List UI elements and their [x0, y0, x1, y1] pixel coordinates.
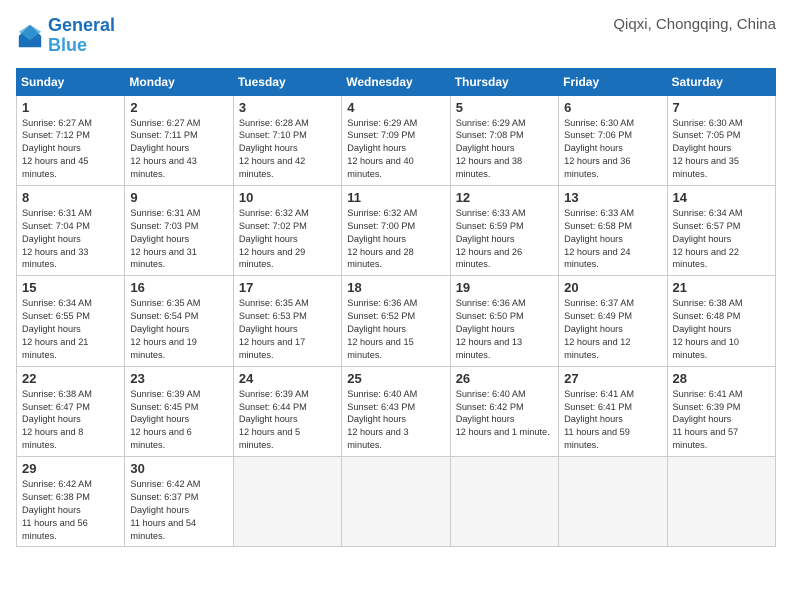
- logo: General Blue: [16, 16, 115, 56]
- table-row: 26Sunrise: 6:40 AMSunset: 6:42 PMDayligh…: [450, 366, 558, 456]
- table-row: 23Sunrise: 6:39 AMSunset: 6:45 PMDayligh…: [125, 366, 233, 456]
- table-row: 10Sunrise: 6:32 AMSunset: 7:02 PMDayligh…: [233, 185, 341, 275]
- col-tuesday: Tuesday: [233, 68, 341, 95]
- table-row: [667, 457, 775, 547]
- table-row: 15Sunrise: 6:34 AMSunset: 6:55 PMDayligh…: [17, 276, 125, 366]
- table-row: 5Sunrise: 6:29 AMSunset: 7:08 PMDaylight…: [450, 95, 558, 185]
- table-row: 30Sunrise: 6:42 AMSunset: 6:37 PMDayligh…: [125, 457, 233, 547]
- table-row: 2Sunrise: 6:27 AMSunset: 7:11 PMDaylight…: [125, 95, 233, 185]
- table-row: 17Sunrise: 6:35 AMSunset: 6:53 PMDayligh…: [233, 276, 341, 366]
- title-block: Qiqxi, Chongqing, China: [613, 16, 776, 33]
- table-row: 8Sunrise: 6:31 AMSunset: 7:04 PMDaylight…: [17, 185, 125, 275]
- col-thursday: Thursday: [450, 68, 558, 95]
- table-row: 29Sunrise: 6:42 AMSunset: 6:38 PMDayligh…: [17, 457, 125, 547]
- table-row: 22Sunrise: 6:38 AMSunset: 6:47 PMDayligh…: [17, 366, 125, 456]
- logo-icon: [16, 22, 44, 50]
- table-row: 4Sunrise: 6:29 AMSunset: 7:09 PMDaylight…: [342, 95, 450, 185]
- table-row: [450, 457, 558, 547]
- col-sunday: Sunday: [17, 68, 125, 95]
- table-row: 6Sunrise: 6:30 AMSunset: 7:06 PMDaylight…: [559, 95, 667, 185]
- table-row: 20Sunrise: 6:37 AMSunset: 6:49 PMDayligh…: [559, 276, 667, 366]
- table-row: 9Sunrise: 6:31 AMSunset: 7:03 PMDaylight…: [125, 185, 233, 275]
- table-row: 7Sunrise: 6:30 AMSunset: 7:05 PMDaylight…: [667, 95, 775, 185]
- header-row: Sunday Monday Tuesday Wednesday Thursday…: [17, 68, 776, 95]
- table-row: 16Sunrise: 6:35 AMSunset: 6:54 PMDayligh…: [125, 276, 233, 366]
- table-row: 13Sunrise: 6:33 AMSunset: 6:58 PMDayligh…: [559, 185, 667, 275]
- table-row: [559, 457, 667, 547]
- table-row: 12Sunrise: 6:33 AMSunset: 6:59 PMDayligh…: [450, 185, 558, 275]
- table-row: 1Sunrise: 6:27 AMSunset: 7:12 PMDaylight…: [17, 95, 125, 185]
- table-row: 3Sunrise: 6:28 AMSunset: 7:10 PMDaylight…: [233, 95, 341, 185]
- col-wednesday: Wednesday: [342, 68, 450, 95]
- col-monday: Monday: [125, 68, 233, 95]
- table-row: 25Sunrise: 6:40 AMSunset: 6:43 PMDayligh…: [342, 366, 450, 456]
- col-friday: Friday: [559, 68, 667, 95]
- table-row: [342, 457, 450, 547]
- page-header: General Blue Qiqxi, Chongqing, China: [16, 16, 776, 56]
- table-row: 28Sunrise: 6:41 AMSunset: 6:39 PMDayligh…: [667, 366, 775, 456]
- location-subtitle: Qiqxi, Chongqing, China: [613, 16, 776, 33]
- table-row: 11Sunrise: 6:32 AMSunset: 7:00 PMDayligh…: [342, 185, 450, 275]
- table-row: 14Sunrise: 6:34 AMSunset: 6:57 PMDayligh…: [667, 185, 775, 275]
- table-row: [233, 457, 341, 547]
- table-row: 27Sunrise: 6:41 AMSunset: 6:41 PMDayligh…: [559, 366, 667, 456]
- table-row: 18Sunrise: 6:36 AMSunset: 6:52 PMDayligh…: [342, 276, 450, 366]
- calendar-table: Sunday Monday Tuesday Wednesday Thursday…: [16, 68, 776, 548]
- table-row: 19Sunrise: 6:36 AMSunset: 6:50 PMDayligh…: [450, 276, 558, 366]
- col-saturday: Saturday: [667, 68, 775, 95]
- table-row: 21Sunrise: 6:38 AMSunset: 6:48 PMDayligh…: [667, 276, 775, 366]
- table-row: 24Sunrise: 6:39 AMSunset: 6:44 PMDayligh…: [233, 366, 341, 456]
